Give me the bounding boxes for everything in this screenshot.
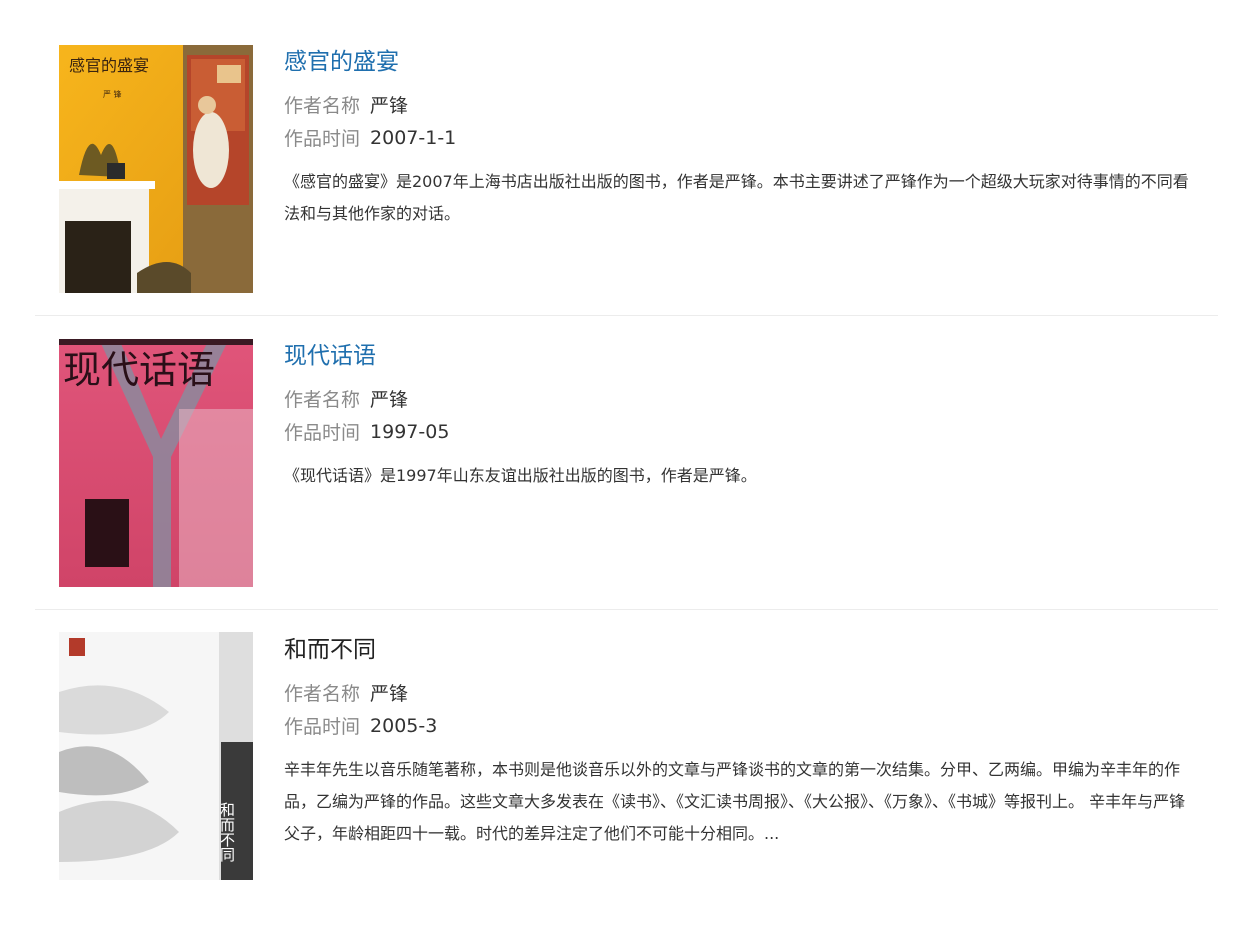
author-value: 严锋: [370, 95, 409, 117]
work-title-link[interactable]: 现代话语: [284, 338, 1218, 374]
time-label: 作品时间: [284, 128, 361, 150]
author-value: 严锋: [370, 389, 409, 411]
author-label: 作者名称: [284, 683, 361, 705]
time-value: 1997-05: [370, 420, 450, 443]
time-label: 作品时间: [284, 422, 361, 444]
time-row: 作品时间 2005-3: [284, 709, 1218, 742]
author-row: 作者名称 严锋: [284, 382, 1218, 415]
book-cover-image[interactable]: 感官的盛宴 严 锋: [59, 45, 253, 293]
author-row: 作者名称 严锋: [284, 88, 1218, 121]
works-list: 感官的盛宴 严 锋 感官的盛宴 作者名称 严锋 作品时间 2007-1-1 《感…: [0, 0, 1236, 928]
cover-title-text: 现代话语: [63, 348, 215, 392]
cover-title-text: 感官的盛宴: [69, 56, 149, 75]
book-cover-image[interactable]: 现代话语: [59, 339, 253, 587]
list-item: 和而不同 和而不同 作者名称 严锋 作品时间 2005-3 辛丰年先生以音乐随笔…: [35, 610, 1218, 928]
author-label: 作者名称: [284, 95, 361, 117]
work-description: 《现代话语》是1997年山东友谊出版社出版的图书，作者是严锋。: [284, 466, 757, 485]
author-label: 作者名称: [284, 389, 361, 411]
work-description: 《感官的盛宴》是2007年上海书店出版社出版的图书，作者是严锋。本书主要讲述了严…: [284, 172, 1189, 223]
time-row: 作品时间 1997-05: [284, 415, 1218, 448]
author-value: 严锋: [370, 683, 409, 705]
work-info: 和而不同 作者名称 严锋 作品时间 2005-3 辛丰年先生以音乐随笔著称，本书…: [284, 632, 1218, 850]
author-row: 作者名称 严锋: [284, 676, 1218, 709]
time-value: 2007-1-1: [370, 126, 457, 149]
work-info: 现代话语 作者名称 严锋 作品时间 1997-05 《现代话语》是1997年山东…: [284, 338, 1218, 492]
list-item: 感官的盛宴 严 锋 感官的盛宴 作者名称 严锋 作品时间 2007-1-1 《感…: [35, 0, 1218, 316]
time-row: 作品时间 2007-1-1: [284, 121, 1218, 154]
cover-author-text: 严 锋: [103, 89, 122, 99]
work-title-link[interactable]: 感官的盛宴: [284, 44, 1218, 80]
book-cover-image[interactable]: 和而不同: [59, 632, 253, 880]
work-title: 和而不同: [284, 637, 376, 663]
work-description: 辛丰年先生以音乐随笔著称，本书则是他谈音乐以外的文章与严锋谈书的文章的第一次结集…: [284, 760, 1186, 843]
work-info: 感官的盛宴 作者名称 严锋 作品时间 2007-1-1 《感官的盛宴》是2007…: [284, 44, 1218, 230]
time-value: 2005-3: [370, 714, 438, 737]
list-item: 现代话语 现代话语 作者名称 严锋 作品时间 1997-05 《现代话语》是19…: [35, 316, 1218, 610]
cover-title-text: 和而不同: [218, 802, 236, 863]
time-label: 作品时间: [284, 716, 361, 738]
